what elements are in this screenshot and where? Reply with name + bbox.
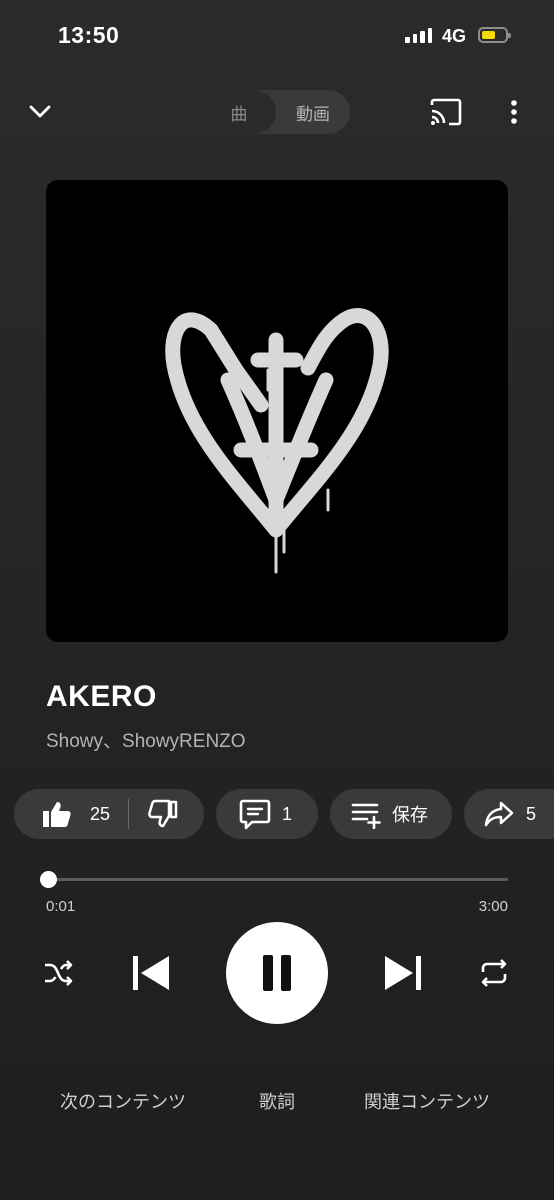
total-duration: 3:00 <box>478 898 508 915</box>
share-count: 5 <box>526 803 537 824</box>
save-label: 保存 <box>392 805 428 825</box>
next-track-icon[interactable] <box>380 952 426 994</box>
artist-name[interactable]: Showy、ShowyRENZO <box>46 726 246 753</box>
network-type: 4G <box>442 26 467 46</box>
tab-video[interactable]: 動画 <box>276 90 350 134</box>
share-button[interactable]: 5 <box>464 789 554 839</box>
song-title: AKERO <box>46 680 157 713</box>
collapse-chevron-icon[interactable] <box>24 96 56 128</box>
dislike-button[interactable] <box>129 799 179 829</box>
progress-scrubber[interactable] <box>40 871 57 888</box>
playlist-add-icon <box>351 803 381 829</box>
more-options-icon[interactable] <box>500 96 528 128</box>
like-button[interactable]: 25 <box>14 799 110 829</box>
song-video-toggle[interactable]: 曲 動画 <box>202 90 350 134</box>
tab-related[interactable]: 関連コンテンツ <box>364 1088 490 1114</box>
like-count: 25 <box>90 803 111 824</box>
comment-count: 1 <box>282 803 293 824</box>
tab-song[interactable]: 曲 <box>202 90 276 134</box>
share-icon <box>484 801 514 827</box>
comment-icon <box>239 799 271 830</box>
elapsed-time: 0:01 <box>46 898 76 915</box>
pause-icon <box>263 955 291 991</box>
thumbs-down-icon <box>148 799 178 828</box>
broken-heart-cross-logo-icon <box>165 308 389 574</box>
thumbs-up-icon <box>43 802 71 827</box>
tab-up-next[interactable]: 次のコンテンツ <box>60 1088 186 1114</box>
status-time: 13:50 <box>58 22 120 48</box>
signal-icon <box>405 28 432 43</box>
progress-track[interactable] <box>48 878 508 881</box>
like-dislike-group: 25 <box>14 789 204 839</box>
pause-button[interactable] <box>226 922 328 1024</box>
album-art <box>46 180 508 642</box>
save-button[interactable]: 保存 <box>330 789 452 839</box>
tab-lyrics[interactable]: 歌詞 <box>259 1088 295 1114</box>
shuffle-icon[interactable] <box>38 955 78 991</box>
repeat-icon[interactable] <box>474 955 514 991</box>
cast-icon[interactable] <box>428 96 464 128</box>
comments-button[interactable]: 1 <box>216 789 318 839</box>
battery-icon <box>478 27 511 43</box>
previous-track-icon[interactable] <box>128 952 174 994</box>
